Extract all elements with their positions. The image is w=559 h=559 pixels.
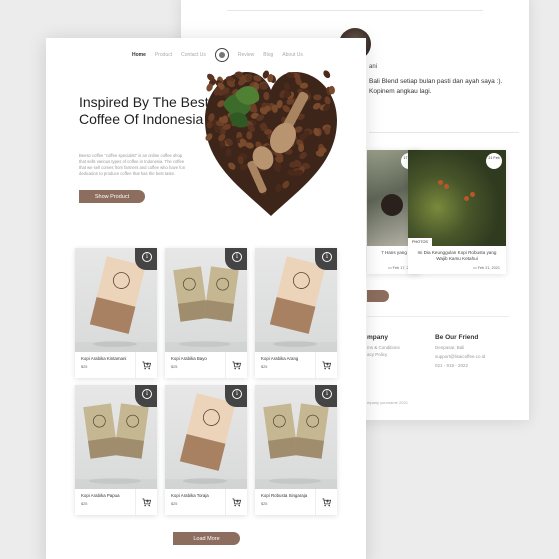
info-tab[interactable]: i — [315, 385, 337, 407]
cart-icon — [142, 360, 151, 369]
product-name[interactable]: Kopi Arabika Kintamani — [81, 356, 126, 361]
logo-icon[interactable] — [214, 48, 229, 62]
product-price: $25 — [171, 365, 178, 369]
testimonial-quote: Bali Blend setiap bulan pasti dan ayah s… — [369, 78, 503, 95]
product-price: $25 — [261, 502, 268, 506]
product-card[interactable]: i Kopi Robusta Singaraja $25 — [255, 385, 337, 515]
product-price: $25 — [81, 502, 88, 506]
divider — [369, 132, 519, 133]
footer-phone: 021 - 918 - 2022 — [435, 363, 469, 368]
info-icon[interactable]: i — [322, 389, 332, 399]
info-icon[interactable]: i — [142, 389, 152, 399]
footer-email[interactable]: support@lisaicoffee.co.id — [435, 354, 485, 359]
load-more-button[interactable]: Load More — [173, 532, 240, 545]
info-icon[interactable]: i — [232, 252, 242, 262]
info-icon[interactable]: i — [322, 252, 332, 262]
add-to-cart-button[interactable] — [135, 489, 157, 515]
product-price: $25 — [81, 365, 88, 369]
nav-blog[interactable]: Blog — [263, 52, 273, 58]
date-badge: 21 Feb — [486, 153, 502, 169]
product-name[interactable]: Kopi Arabika Arang — [261, 356, 298, 361]
cart-icon — [232, 497, 241, 506]
add-to-cart-button[interactable] — [135, 352, 157, 378]
nav-product[interactable]: Product — [155, 52, 172, 58]
product-card[interactable]: i Kopi Arabika Papua $25 — [75, 385, 157, 515]
footer-company-title: mpany — [367, 334, 388, 341]
divider — [227, 10, 483, 11]
product-card[interactable]: i Kopi Arabika Toraja $25 — [165, 385, 247, 515]
nav-review[interactable]: Review — [238, 52, 254, 58]
info-tab[interactable]: i — [135, 248, 157, 270]
product-name[interactable]: Kopi Arabika Toraja — [171, 493, 209, 498]
add-to-cart-button[interactable] — [225, 489, 247, 515]
cart-icon — [142, 497, 151, 506]
main-page: Home Product Contact Us Review Blog Abou… — [46, 38, 366, 559]
info-tab[interactable]: i — [315, 248, 337, 270]
hero-title: Inspired By The Best Coffee Of Indonesia — [79, 94, 209, 127]
show-product-button[interactable]: Show Product — [79, 190, 145, 203]
product-name[interactable]: Kopi Arabika Bayo — [171, 356, 207, 361]
blog-tag: PHOTOS — [408, 238, 432, 246]
info-tab[interactable]: i — [225, 248, 247, 270]
footer-friend-title: Be Our Friend — [435, 334, 479, 341]
product-card[interactable]: i Kopi Arabika Bayo $25 — [165, 248, 247, 378]
cart-icon — [322, 360, 331, 369]
add-to-cart-button[interactable] — [225, 352, 247, 378]
testimonial-name: ani — [369, 64, 378, 70]
footer-link[interactable]: acy Policy — [367, 352, 387, 357]
product-name[interactable]: Kopi Arabika Papua — [81, 493, 120, 498]
footer-link[interactable]: ms & Conditions — [367, 345, 400, 350]
footer-address: Denpasar, Bali — [435, 345, 465, 350]
cart-icon — [322, 497, 331, 506]
blog-more-button[interactable] — [367, 290, 389, 302]
product-name[interactable]: Kopi Robusta Singaraja — [261, 493, 307, 498]
cart-icon — [232, 360, 241, 369]
top-nav: Home Product Contact Us Review Blog Abou… — [132, 48, 303, 62]
info-tab[interactable]: i — [135, 385, 157, 407]
add-to-cart-button[interactable] — [315, 352, 337, 378]
blog-card[interactable]: 21 Feb PHOTOS Ini Dia Keunggulan Kopi Ro… — [408, 150, 506, 274]
blog-title[interactable]: Ini Dia Keunggulan Kopi Robusta yang Waj… — [412, 250, 502, 262]
copyright: mpany yourname 2021 — [367, 400, 408, 405]
product-card[interactable]: i Kopi Arabika Kintamani $25 — [75, 248, 157, 378]
hero-description: Beeso coffee “coffee specialist” is an o… — [79, 153, 186, 176]
blog-date: ▭ Feb 21, 2021 — [472, 266, 500, 270]
info-tab[interactable]: i — [225, 385, 247, 407]
nav-home[interactable]: Home — [132, 52, 146, 58]
nav-about[interactable]: About Us — [282, 52, 303, 58]
info-icon[interactable]: i — [142, 252, 152, 262]
info-icon[interactable]: i — [232, 389, 242, 399]
product-price: $25 — [261, 365, 268, 369]
divider — [367, 316, 509, 317]
add-to-cart-button[interactable] — [315, 489, 337, 515]
nav-contact[interactable]: Contact Us — [181, 52, 206, 58]
product-price: $25 — [171, 502, 178, 506]
coffee-heart-image — [201, 68, 341, 218]
product-card[interactable]: i Kopi Arabika Arang $25 — [255, 248, 337, 378]
